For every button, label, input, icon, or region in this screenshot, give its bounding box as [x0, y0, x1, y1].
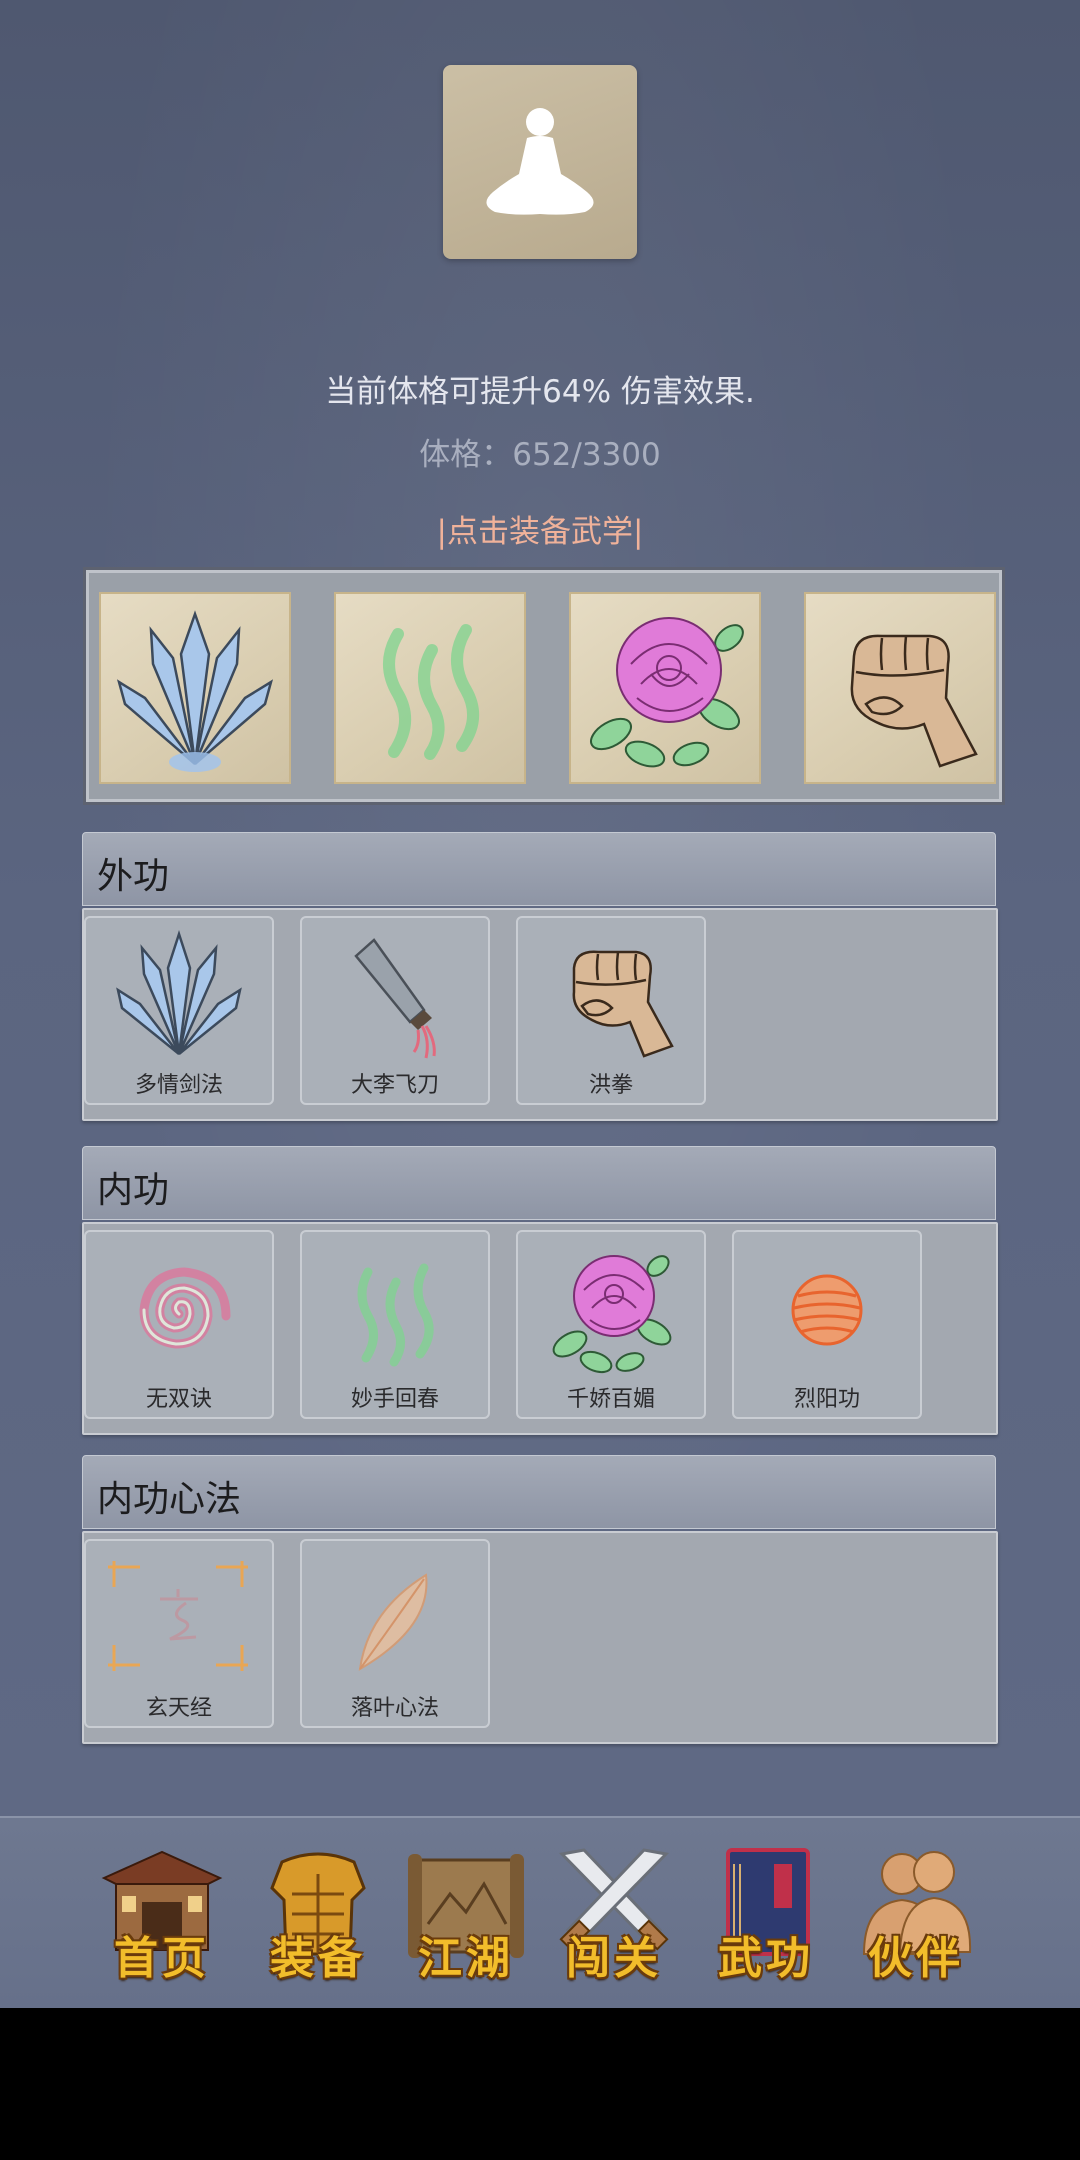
category-body-mind-method: 玄天经 落叶心法: [82, 1531, 998, 1744]
skill-card[interactable]: 无双诀: [84, 1230, 274, 1419]
nav-label: 装备: [270, 1933, 366, 1984]
flying-knife-icon: [354, 938, 436, 1059]
nav-companions[interactable]: 伙伴: [850, 1844, 982, 1994]
rose-icon: [590, 617, 744, 768]
category-body-external: 多情剑法 大李飞刀 洪拳: [82, 908, 998, 1121]
nav-label: 武功: [718, 1933, 814, 1984]
skill-card[interactable]: 玄天经: [84, 1539, 274, 1728]
nav-label: 江湖: [418, 1933, 514, 1984]
skill-label: 落叶心法: [350, 1696, 439, 1721]
skill-card[interactable]: 千娇百媚: [516, 1230, 706, 1419]
xuan-seal-icon: [108, 1561, 248, 1671]
equipped-slot-4[interactable]: [804, 592, 996, 784]
skill-label: 无双诀: [145, 1387, 212, 1412]
skill-label: 多情剑法: [134, 1073, 223, 1098]
character-avatar[interactable]: [443, 65, 637, 259]
nav-home[interactable]: 首页: [96, 1844, 228, 1994]
nav-jianghu[interactable]: 江湖: [400, 1844, 532, 1994]
skill-label: 妙手回春: [350, 1387, 439, 1412]
skills-screen: 当前体格可提升64% 伤害效果. 体格：652/3300 |点击装备武学| 外功…: [0, 0, 1080, 2008]
skill-card[interactable]: 烈阳功: [732, 1230, 922, 1419]
category-title: 内功心法: [97, 1479, 242, 1520]
skill-card[interactable]: 洪拳: [516, 916, 706, 1105]
sword-fan-icon: [116, 610, 274, 772]
skill-label: 烈阳功: [793, 1387, 860, 1412]
equipped-skills-panel: [83, 567, 1005, 805]
damage-bonus-text: 当前体格可提升64% 伤害效果.: [325, 374, 755, 410]
meditation-icon: [486, 108, 594, 215]
spiral-icon: [139, 1267, 231, 1349]
bottom-navigation: 首页 装备 江湖 闯关 武功 伙伴: [0, 1816, 1080, 2008]
sun-orb-icon: [791, 1274, 863, 1346]
skill-label: 大李飞刀: [350, 1073, 439, 1098]
physique-stat: 体格：652/3300: [419, 437, 661, 473]
nav-equipment[interactable]: 装备: [252, 1844, 384, 1994]
rose-icon: [552, 1255, 672, 1374]
nav-label: 伙伴: [868, 1933, 964, 1984]
category-body-internal: 无双诀 妙手回春 千娇百媚 烈阳功: [82, 1222, 998, 1435]
nav-challenge[interactable]: 闯关: [548, 1844, 680, 1994]
sword-fan-icon: [116, 929, 242, 1055]
category-title: 外功: [97, 856, 170, 897]
equip-martial-arts-link[interactable]: |点击装备武学|: [0, 506, 1080, 551]
green-wisps-icon: [383, 624, 479, 760]
fist-icon: [850, 634, 978, 768]
equipped-slot-1[interactable]: [99, 592, 291, 784]
skill-card[interactable]: 妙手回春: [300, 1230, 490, 1419]
skill-card[interactable]: 大李飞刀: [300, 916, 490, 1105]
leaf-icon: [358, 1573, 428, 1671]
category-header-external: 外功: [82, 832, 996, 906]
skill-label: 洪拳: [588, 1073, 633, 1098]
skill-label: 千娇百媚: [566, 1387, 655, 1412]
equipped-slot-2[interactable]: [334, 592, 526, 784]
nav-martial-arts[interactable]: 武功: [700, 1844, 832, 1994]
nav-label: 闯关: [566, 1933, 662, 1984]
equipped-slot-3[interactable]: [569, 592, 761, 784]
category-title: 内功: [97, 1170, 170, 1211]
nav-label: 首页: [114, 1933, 210, 1984]
skill-card[interactable]: 落叶心法: [300, 1539, 490, 1728]
skill-card[interactable]: 多情剑法: [84, 916, 274, 1105]
green-wisps-icon: [357, 1263, 434, 1367]
category-header-mind-method: 内功心法: [82, 1455, 996, 1529]
fist-icon: [572, 950, 674, 1058]
category-header-internal: 内功: [82, 1146, 996, 1220]
skill-label: 玄天经: [145, 1696, 212, 1721]
